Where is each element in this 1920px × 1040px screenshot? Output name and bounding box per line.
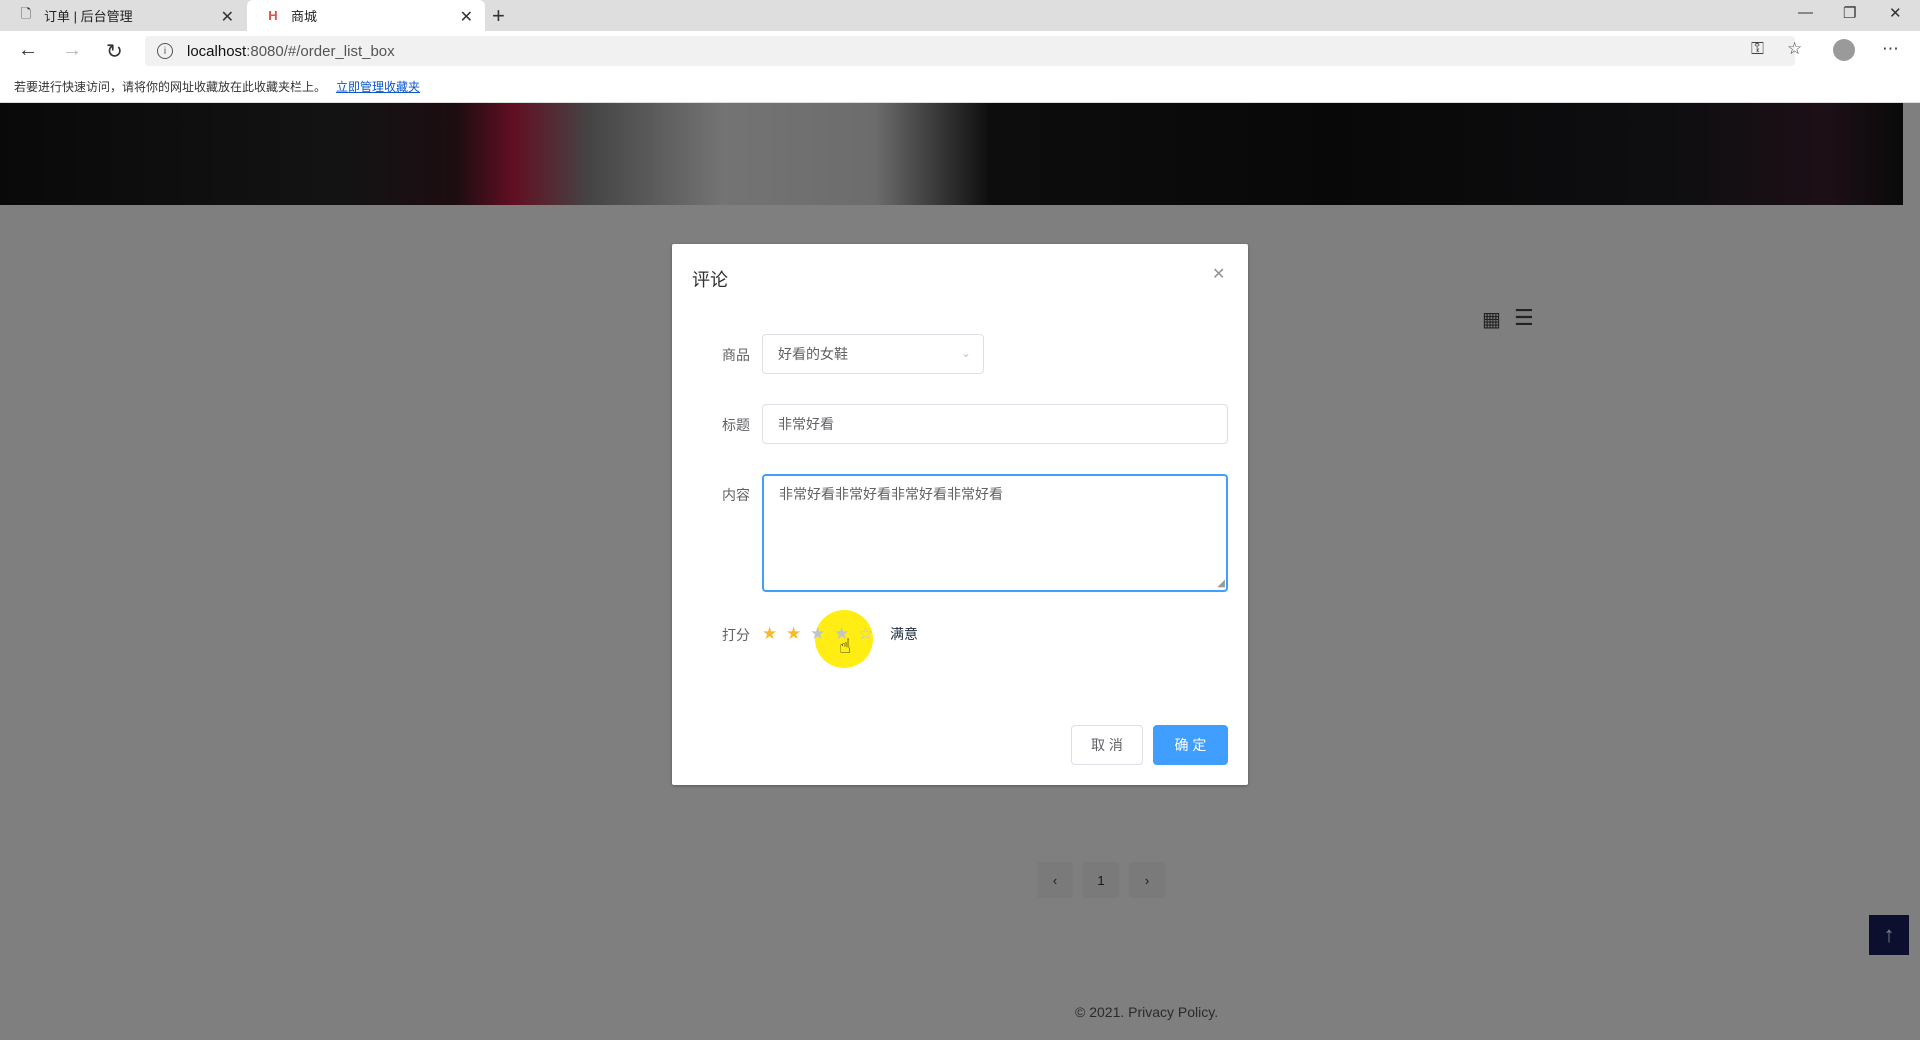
more-menu-icon[interactable]: ⋯ bbox=[1882, 39, 1899, 59]
comment-dialog: 评论 ✕ 商品 好看的女鞋 ⌄ 标题 非常好看 内容 非常好看非常好看非常好看非… bbox=[672, 244, 1248, 785]
minimize-icon[interactable]: — bbox=[1798, 4, 1813, 21]
content-textarea[interactable]: 非常好看非常好看非常好看非常好看 ◢ bbox=[762, 474, 1228, 592]
star-icon[interactable]: ★ bbox=[786, 624, 810, 644]
star-icon[interactable]: ★ bbox=[762, 624, 786, 644]
site-info-icon[interactable]: i bbox=[157, 43, 173, 59]
favorites-star-icon[interactable]: ☆ bbox=[1787, 39, 1802, 59]
dialog-title: 评论 bbox=[692, 270, 728, 290]
rating-label: 打分 bbox=[722, 627, 750, 643]
address-bar: ← → ↻ i localhost:8080/#/order_list_box … bbox=[0, 31, 1920, 71]
tab-orders[interactable]: 🗋 订单 | 后台管理 ✕ bbox=[0, 0, 246, 31]
cancel-button[interactable]: 取 消 bbox=[1071, 725, 1143, 765]
confirm-button[interactable]: 确 定 bbox=[1153, 725, 1228, 765]
star-icon[interactable]: ★ bbox=[810, 624, 834, 644]
title-label: 标题 bbox=[722, 417, 750, 433]
url-host: localhost bbox=[187, 42, 247, 60]
tab-shop[interactable]: H 商城 ✕ bbox=[247, 0, 485, 31]
tab-title: 商城 bbox=[291, 9, 318, 24]
forward-arrow-icon[interactable]: → bbox=[62, 39, 82, 62]
browser-tab-bar: 🗋 订单 | 后台管理 ✕ H 商城 ✕ + — ❐ ✕ bbox=[0, 0, 1920, 31]
resize-grip-icon[interactable]: ◢ bbox=[1217, 578, 1225, 589]
site-favicon-icon: H bbox=[268, 8, 278, 23]
page-icon: 🗋 bbox=[20, 5, 32, 21]
tab-title: 订单 | 后台管理 bbox=[44, 9, 133, 24]
close-tab-icon[interactable]: ✕ bbox=[221, 7, 234, 27]
restore-icon[interactable]: ❐ bbox=[1843, 4, 1856, 22]
favorites-bar: 若要进行快速访问，请将你的网址收藏放在此收藏夹栏上。 立即管理收藏夹 bbox=[0, 71, 1920, 103]
profile-avatar[interactable] bbox=[1833, 39, 1855, 61]
url-text: localhost:8080/#/order_list_box bbox=[187, 43, 395, 60]
content-label: 内容 bbox=[722, 487, 750, 503]
star-icon[interactable]: ☆ bbox=[858, 624, 882, 644]
close-icon[interactable]: ✕ bbox=[1212, 264, 1225, 284]
product-select[interactable]: 好看的女鞋 ⌄ bbox=[762, 334, 984, 374]
back-arrow-icon[interactable]: ← bbox=[18, 39, 38, 62]
close-tab-icon[interactable]: ✕ bbox=[460, 7, 473, 27]
new-tab-plus-icon[interactable]: + bbox=[492, 3, 505, 29]
manage-favorites-link[interactable]: 立即管理收藏夹 bbox=[336, 78, 420, 95]
refresh-icon[interactable]: ↻ bbox=[106, 39, 123, 64]
product-label: 商品 bbox=[722, 347, 750, 363]
chevron-down-icon: ⌄ bbox=[960, 346, 971, 360]
url-path: :8080/#/order_list_box bbox=[246, 42, 395, 60]
title-input[interactable]: 非常好看 bbox=[762, 404, 1228, 444]
key-icon[interactable]: ⚿ bbox=[1751, 39, 1764, 59]
content-text: 非常好看非常好看非常好看非常好看 bbox=[779, 486, 1003, 502]
url-field[interactable]: i localhost:8080/#/order_list_box bbox=[145, 36, 1795, 66]
rating-text: 满意 bbox=[890, 626, 918, 642]
favorites-bar-hint: 若要进行快速访问，请将你的网址收藏放在此收藏夹栏上。 bbox=[14, 80, 327, 94]
product-select-value: 好看的女鞋 bbox=[778, 346, 848, 362]
close-window-icon[interactable]: ✕ bbox=[1889, 4, 1902, 22]
hand-cursor-icon: ☝ bbox=[839, 636, 852, 658]
